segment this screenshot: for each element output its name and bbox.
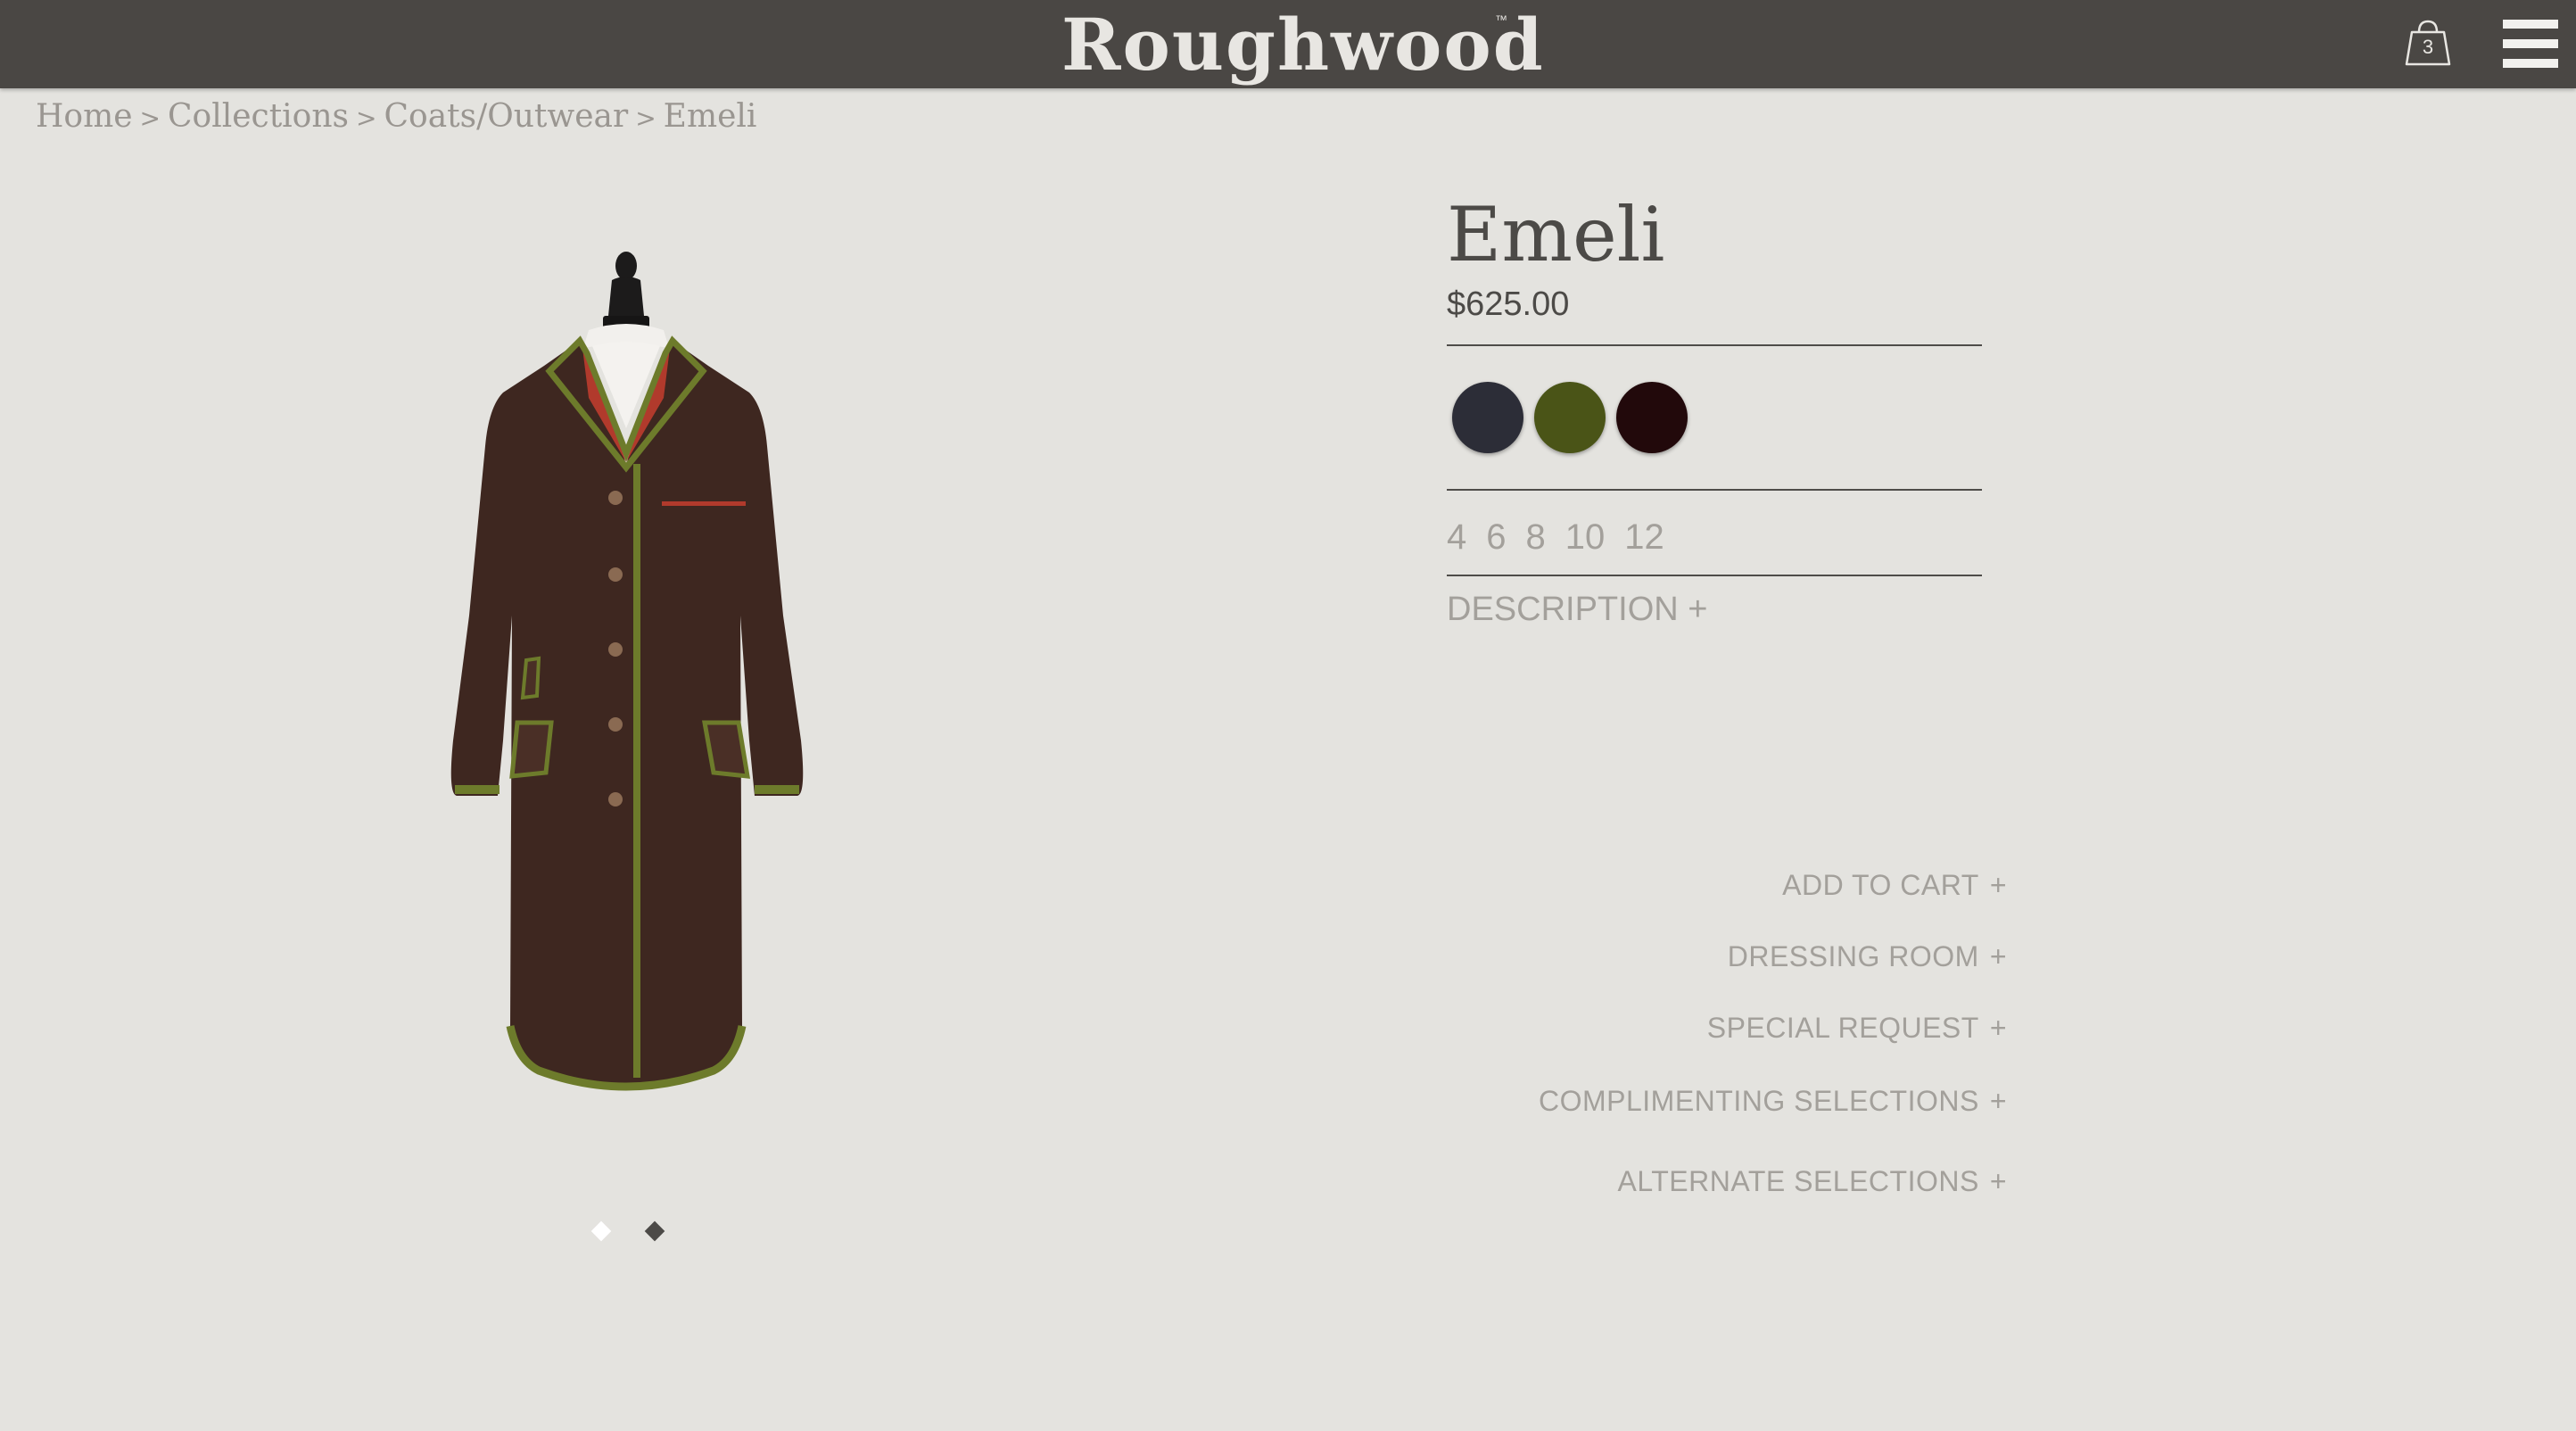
size-selector: 4 6 8 10 12	[1447, 517, 1684, 558]
product-price: $625.00	[1447, 285, 1570, 323]
divider	[1447, 575, 1982, 576]
shopping-bag-button[interactable]: 3	[2401, 16, 2455, 70]
image-carousel-indicators	[589, 1220, 678, 1251]
description-toggle[interactable]: DESCRIPTION +	[1447, 591, 1707, 629]
add-to-cart-button[interactable]: ADD TO CART +	[1782, 869, 2007, 902]
breadcrumb-coats-outwear[interactable]: Coats/Outwear	[384, 98, 628, 135]
trademark-symbol: ™	[1495, 12, 1507, 27]
hamburger-menu-icon[interactable]	[2503, 20, 2558, 68]
size-option-10[interactable]: 10	[1565, 517, 1606, 558]
special-request-label: SPECIAL REQUEST	[1706, 1012, 1979, 1044]
description-label: DESCRIPTION	[1447, 591, 1679, 628]
alternate-selections-label: ALTERNATE SELECTIONS	[1617, 1165, 1979, 1197]
carousel-dot-active[interactable]	[590, 1220, 612, 1242]
breadcrumb: Home > Collections > Coats/Outwear > Emeli	[36, 98, 756, 135]
breadcrumb-separator: >	[139, 103, 161, 133]
color-swatch-olive[interactable]	[1534, 382, 1606, 453]
cart-count-badge: 3	[2422, 36, 2434, 58]
divider	[1447, 489, 1982, 491]
coat-illustration	[450, 252, 804, 1091]
plus-icon: +	[1688, 591, 1708, 628]
size-option-8[interactable]: 8	[1526, 517, 1546, 558]
brand-logo[interactable]: Roughwood	[1061, 5, 1545, 84]
complimenting-selections-label: COMPLIMENTING SELECTIONS	[1538, 1085, 1979, 1117]
size-option-6[interactable]: 6	[1486, 517, 1506, 558]
complimenting-selections-button[interactable]: COMPLIMENTING SELECTIONS +	[1539, 1085, 2007, 1118]
plus-icon: +	[1989, 1085, 2007, 1117]
top-navigation-bar: Roughwood ™ 3	[0, 0, 2576, 88]
special-request-button[interactable]: SPECIAL REQUEST +	[1707, 1012, 2007, 1045]
plus-icon: +	[1989, 1012, 2007, 1044]
color-swatch-navy[interactable]	[1452, 382, 1523, 453]
plus-icon: +	[1989, 940, 2007, 972]
breadcrumb-separator: >	[635, 103, 656, 133]
carousel-dot[interactable]	[644, 1220, 665, 1242]
divider	[1447, 344, 1982, 346]
size-option-4[interactable]: 4	[1447, 517, 1466, 558]
breadcrumb-current-product: Emeli	[663, 98, 757, 135]
dressing-room-button[interactable]: DRESSING ROOM +	[1728, 940, 2007, 973]
alternate-selections-button[interactable]: ALTERNATE SELECTIONS +	[1617, 1165, 2007, 1198]
dressing-room-label: DRESSING ROOM	[1727, 940, 1979, 972]
plus-icon: +	[1989, 869, 2007, 901]
add-to-cart-label: ADD TO CART	[1782, 869, 1979, 901]
breadcrumb-collections[interactable]: Collections	[168, 98, 349, 135]
color-swatch-burgundy[interactable]	[1616, 382, 1688, 453]
product-image[interactable]	[375, 241, 874, 1151]
size-option-12[interactable]: 12	[1624, 517, 1664, 558]
breadcrumb-home[interactable]: Home	[36, 98, 133, 135]
breadcrumb-separator: >	[356, 103, 377, 133]
plus-icon: +	[1989, 1165, 2007, 1197]
product-title: Emeli	[1447, 191, 1665, 278]
